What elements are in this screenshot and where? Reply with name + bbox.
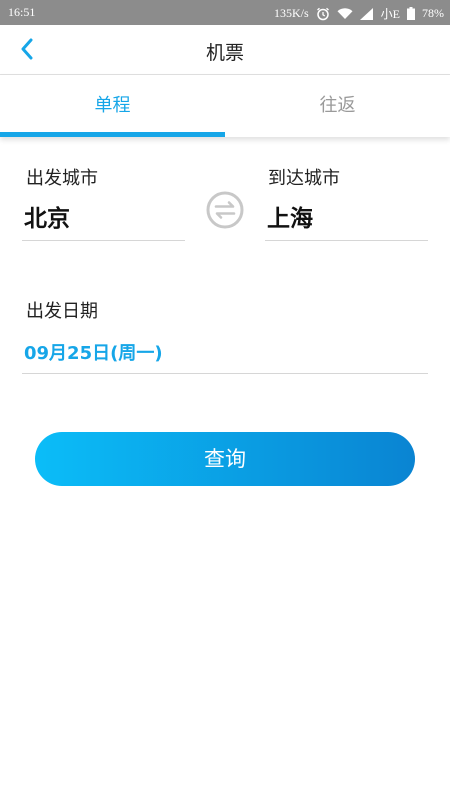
signal-icon — [359, 7, 374, 20]
swap-icon — [205, 191, 245, 234]
trip-type-tabs: 单程 往返 — [0, 75, 450, 137]
status-right-group: 135K/s 小E 78% — [274, 5, 444, 22]
page-title: 机票 — [205, 42, 244, 64]
date-underline — [22, 373, 428, 374]
tab-round-trip-label: 往返 — [319, 95, 356, 116]
departure-city-value[interactable]: 北京 — [24, 199, 70, 233]
tab-one-way[interactable]: 单程 — [0, 75, 225, 137]
tab-round-trip[interactable]: 往返 — [225, 75, 450, 137]
net-speed: 135K/s — [273, 6, 309, 20]
departure-date-value[interactable]: 09月25日(周一) — [24, 339, 163, 365]
arrival-city-label: 到达城市 — [268, 168, 340, 189]
battery-percent: 78% — [422, 6, 444, 20]
tab-indicator — [0, 132, 225, 137]
carrier-label: 小E — [380, 7, 400, 21]
search-button[interactable]: 查询 — [35, 432, 415, 486]
status-time: 16:51 — [8, 5, 36, 19]
battery-icon — [407, 7, 415, 20]
tab-one-way-label: 单程 — [94, 95, 131, 116]
app-header: 机票 — [0, 25, 450, 75]
departure-date-label: 出发日期 — [26, 301, 98, 322]
departure-city-label: 出发城市 — [26, 168, 98, 189]
departure-underline — [22, 240, 185, 241]
status-bar: 16:51 135K/s 小E 78% — [0, 0, 450, 25]
wifi-icon — [337, 7, 353, 20]
swap-cities-button[interactable] — [205, 190, 245, 230]
arrival-city-value[interactable]: 上海 — [267, 199, 313, 233]
arrival-underline — [265, 240, 428, 241]
alarm-icon — [316, 7, 330, 21]
